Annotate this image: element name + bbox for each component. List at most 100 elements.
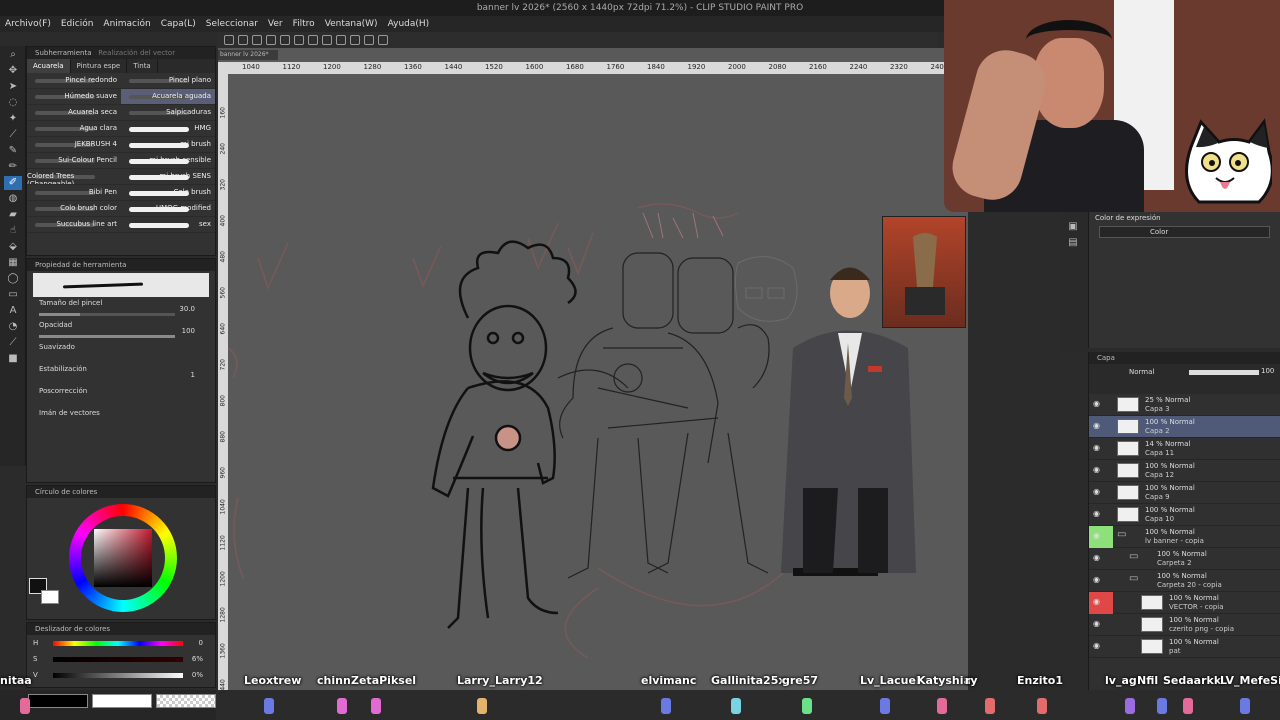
visibility-eye-icon[interactable]: ◉	[1093, 400, 1101, 408]
undo-icon[interactable]	[266, 35, 276, 45]
redo-icon[interactable]	[280, 35, 290, 45]
grid-icon[interactable]	[378, 35, 388, 45]
menu-view[interactable]: Ver	[263, 16, 288, 32]
brush-item[interactable]: Sui-Colour Pencil	[27, 153, 121, 169]
menu-help[interactable]: Ayuda(H)	[383, 16, 435, 32]
brush-item[interactable]: Bibi Pen	[27, 185, 121, 201]
val-value[interactable]: 0%	[192, 667, 203, 683]
selection-tool-icon[interactable]: ◌	[4, 96, 22, 110]
hue-ring[interactable]	[69, 504, 177, 612]
layer-row[interactable]: ◉ 100 % Normal pat	[1089, 636, 1280, 658]
brush-item[interactable]: Pincel redondo	[27, 73, 121, 89]
visibility-eye-icon[interactable]: ◉	[1093, 598, 1101, 606]
layer-opacity-value[interactable]: 100	[1261, 367, 1274, 375]
visibility-eye-icon[interactable]: ◉	[1093, 422, 1101, 430]
loading-icon[interactable]	[294, 35, 304, 45]
opacity-row[interactable]: Opacidad 100	[27, 321, 215, 343]
tab-tinta[interactable]: Tinta	[127, 59, 158, 73]
layer-row[interactable]: ◉ 100 % Normal Capa 9	[1089, 482, 1280, 504]
new-icon[interactable]	[224, 35, 234, 45]
gradient-tool-icon[interactable]: ▦	[4, 256, 22, 270]
figure-tool-icon[interactable]: ◯	[4, 272, 22, 286]
layer-opacity-slider[interactable]	[1189, 370, 1259, 375]
brush-item[interactable]: JEKBRUSH 4	[27, 137, 121, 153]
airbrush-icon[interactable]: ◍	[4, 192, 22, 206]
auto-select-icon[interactable]: ✦	[4, 112, 22, 126]
brush-item[interactable]: Húmedo suave	[27, 89, 121, 105]
layer-folder-row[interactable]: ◉ ▭ 100 % Normal Carpeta 20 - copia	[1089, 570, 1280, 592]
layer-row[interactable]: ◉ 100 % Normal czerito png - copia	[1089, 614, 1280, 636]
blend-mode-select[interactable]: Normal	[1129, 368, 1154, 376]
visibility-eye-icon[interactable]: ◉	[1093, 488, 1101, 496]
brush-size-value[interactable]: 30.0	[179, 305, 195, 313]
post-correction-row[interactable]: Poscorrección	[27, 387, 215, 409]
saturation-value-square[interactable]	[94, 529, 152, 587]
fill-icon[interactable]	[336, 35, 346, 45]
transform-icon[interactable]	[308, 35, 318, 45]
brush-item[interactable]: Acuarela seca	[27, 105, 121, 121]
visibility-eye-icon[interactable]: ◉	[1093, 466, 1101, 474]
val-slider[interactable]	[53, 673, 183, 678]
tab-acuarela[interactable]: Acuarela	[27, 59, 71, 73]
text-tool-icon[interactable]: A	[4, 304, 22, 318]
brush-size-row[interactable]: Tamaño del pincel 30.0	[27, 299, 215, 321]
menu-layer[interactable]: Capa(L)	[156, 16, 201, 32]
frame-tool-icon[interactable]: ▭	[4, 288, 22, 302]
brush-item[interactable]: mi brush SENS	[121, 169, 215, 185]
layer-row[interactable]: ◉ 25 % Normal Capa 3	[1089, 394, 1280, 416]
move-tool-icon[interactable]: ✥	[4, 64, 22, 78]
vector-magnet-row[interactable]: Imán de vectores	[27, 409, 215, 431]
layer-folder-row[interactable]: ◉ ▭ 100 % Normal lv banner - copia	[1089, 526, 1280, 548]
crop-icon[interactable]	[322, 35, 332, 45]
visibility-eye-icon[interactable]: ◉	[1093, 510, 1101, 518]
hue-slider[interactable]	[53, 641, 183, 646]
fill-tool-icon[interactable]: ⬙	[4, 240, 22, 254]
color-swatch-icon[interactable]: ■	[4, 352, 22, 366]
brush-item[interactable]: Salpicaduras	[121, 105, 215, 121]
sub-color-swatch[interactable]	[41, 590, 59, 604]
save-icon[interactable]	[252, 35, 262, 45]
stabilization-row[interactable]: Estabilización 1	[27, 365, 215, 387]
menu-filter[interactable]: Filtro	[288, 16, 320, 32]
brush-tool-icon[interactable]: ✐	[4, 176, 22, 190]
brush-item[interactable]: mi brush sensible	[121, 153, 215, 169]
pencil-tool-icon[interactable]: ✏	[4, 160, 22, 174]
layer-row[interactable]: ◉ 100 % Normal Capa 12	[1089, 460, 1280, 482]
sat-slider-row[interactable]: S 6%	[27, 651, 215, 667]
visibility-eye-icon[interactable]: ◉	[1093, 576, 1101, 584]
brush-size-slider[interactable]	[39, 313, 175, 316]
menu-select[interactable]: Seleccionar	[201, 16, 263, 32]
brush-item[interactable]: Colored Trees (Changeable)	[27, 169, 121, 185]
pen-tool-icon[interactable]: ✎	[4, 144, 22, 158]
brush-item[interactable]: Agua clara	[27, 121, 121, 137]
transparent-swatch[interactable]	[156, 694, 216, 708]
white-swatch[interactable]	[92, 694, 152, 708]
menu-window[interactable]: Ventana(W)	[320, 16, 383, 32]
menu-edit[interactable]: Edición	[56, 16, 99, 32]
balloon-tool-icon[interactable]: ◔	[4, 320, 22, 334]
opacity-value[interactable]: 100	[182, 327, 195, 335]
ruler-icon[interactable]	[350, 35, 360, 45]
sat-slider[interactable]	[53, 657, 183, 662]
black-swatch[interactable]	[28, 694, 88, 708]
stabilization-value[interactable]: 1	[191, 371, 195, 379]
sat-value[interactable]: 6%	[192, 651, 203, 667]
brush-item[interactable]: Acuarela aguada	[121, 89, 215, 105]
hue-slider-row[interactable]: H 0	[27, 635, 215, 651]
layer-row[interactable]: ◉ 100 % Normal VECTOR - copia	[1089, 592, 1280, 614]
brush-item[interactable]: sex	[121, 217, 215, 233]
hue-value[interactable]: 0	[199, 635, 203, 651]
canvas-artwork[interactable]	[218, 48, 968, 690]
brush-item[interactable]: HMG	[121, 121, 215, 137]
navigator-icon[interactable]: ▣	[1064, 220, 1082, 234]
open-icon[interactable]	[238, 35, 248, 45]
brush-item[interactable]: Pincel plano	[121, 73, 215, 89]
smoothing-row[interactable]: Suavizado	[27, 343, 215, 365]
layer-row[interactable]: ◉ 14 % Normal Capa 11	[1089, 438, 1280, 460]
line-fix-icon[interactable]: ⟋	[4, 336, 22, 350]
tab-pintura-especial[interactable]: Pintura espe	[71, 59, 128, 73]
menu-animation[interactable]: Animación	[98, 16, 155, 32]
color-expression-select[interactable]: Color	[1099, 226, 1270, 238]
visibility-eye-icon[interactable]: ◉	[1093, 532, 1101, 540]
brush-item[interactable]: HMOG modified	[121, 201, 215, 217]
